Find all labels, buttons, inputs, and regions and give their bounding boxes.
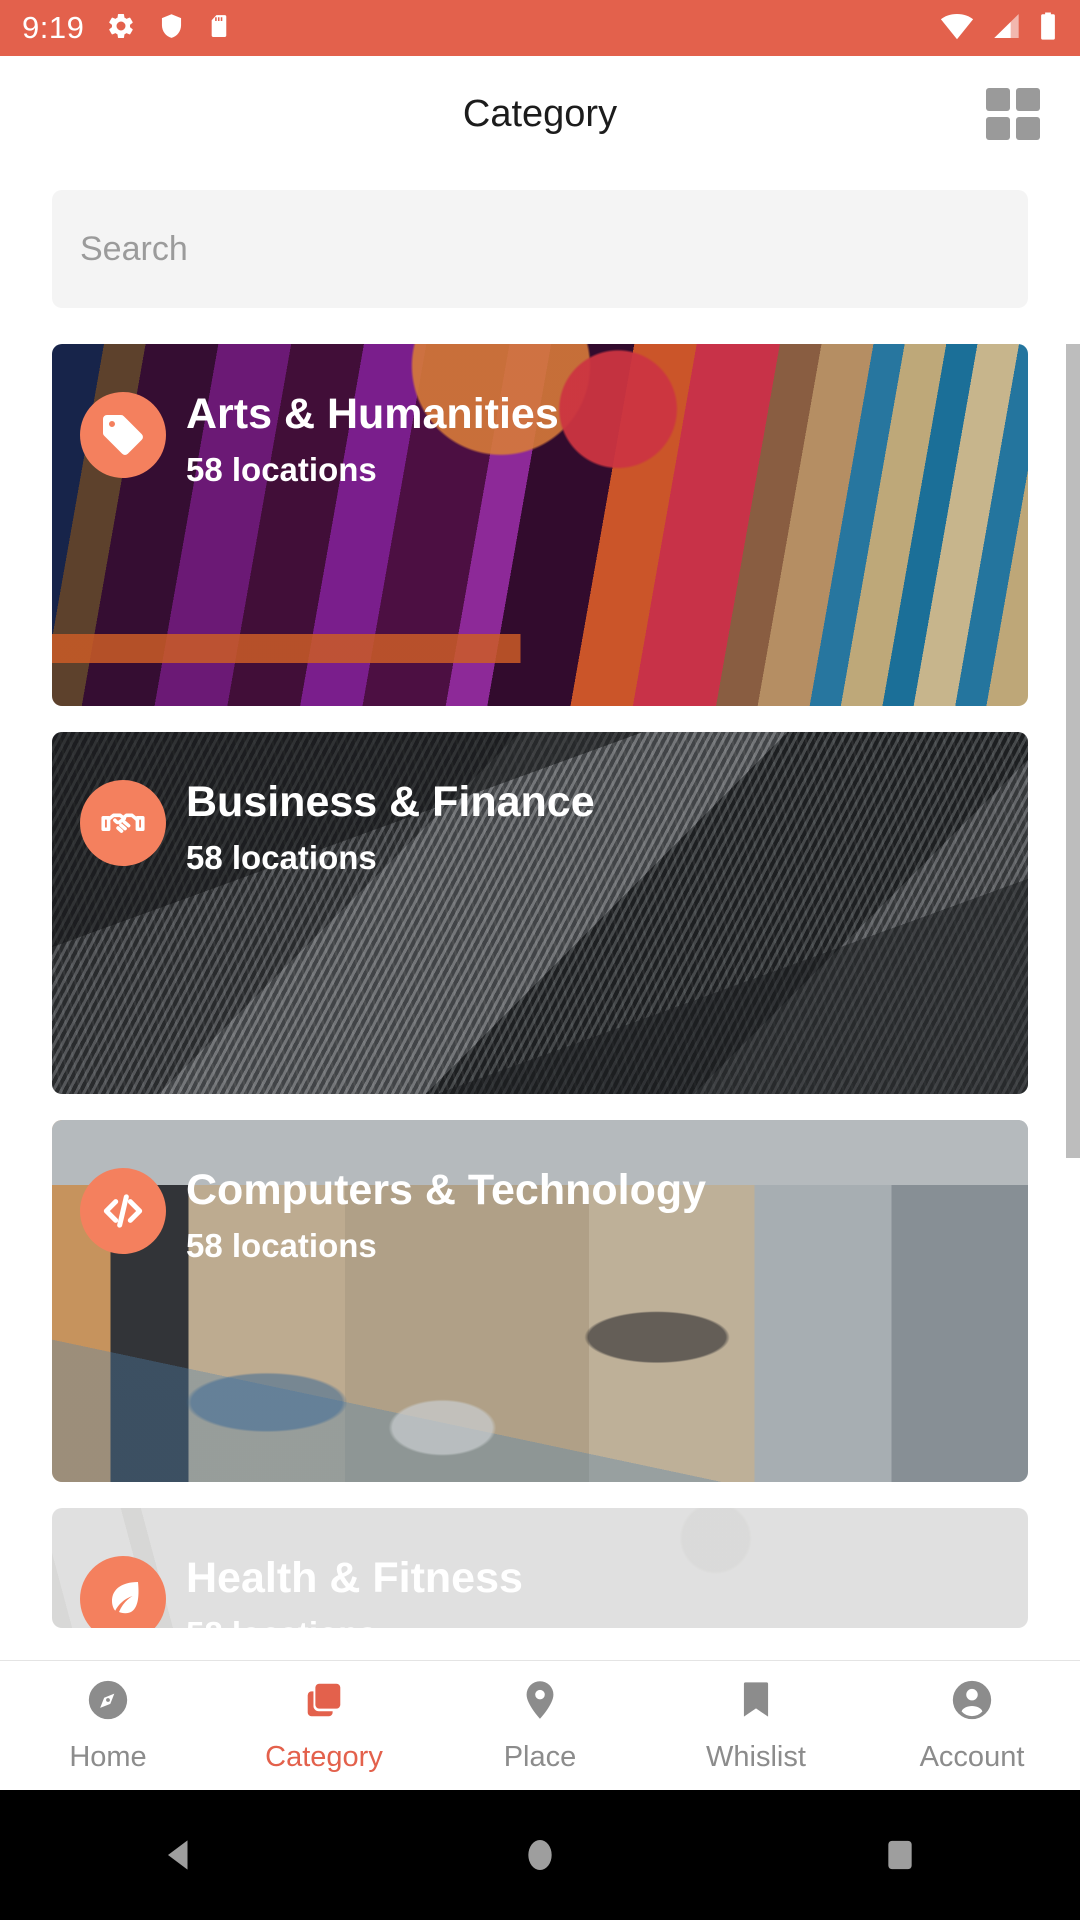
category-title: Arts & Humanities	[186, 390, 559, 438]
android-system-nav	[0, 1790, 1080, 1920]
search-placeholder: Search	[80, 229, 188, 268]
map-pin-icon	[517, 1677, 563, 1728]
sd-card-icon	[207, 11, 232, 46]
back-triangle-icon[interactable]	[120, 1835, 240, 1875]
nav-item-account[interactable]: Account	[864, 1677, 1080, 1774]
status-bar-left: 9:19	[22, 10, 232, 46]
category-card-arts-humanities[interactable]: Arts & Humanities 58 locations	[52, 344, 1028, 706]
vertical-scrollbar[interactable]	[1066, 344, 1080, 1158]
bottom-navigation: Home Category Place Whislist Account	[0, 1660, 1080, 1790]
shield-icon	[158, 11, 185, 46]
status-time: 9:19	[22, 10, 85, 45]
nav-item-category[interactable]: Category	[216, 1677, 432, 1774]
code-icon	[80, 1168, 166, 1254]
cellular-signal-icon	[990, 12, 1022, 45]
gear-icon	[106, 11, 136, 46]
recents-square-icon[interactable]	[840, 1835, 960, 1875]
person-circle-icon	[949, 1677, 995, 1728]
category-list[interactable]: Arts & Humanities 58 locations Business …	[0, 344, 1080, 1628]
category-locations: 58 locations	[186, 1615, 523, 1628]
nav-item-whislist[interactable]: Whislist	[648, 1677, 864, 1774]
tag-icon	[80, 392, 166, 478]
wifi-icon	[940, 12, 974, 45]
category-locations: 58 locations	[186, 1227, 377, 1265]
nav-label: Whislist	[706, 1741, 806, 1773]
nav-label: Home	[69, 1741, 147, 1773]
grid-cell	[986, 117, 1010, 140]
status-bar: 9:19	[0, 0, 1080, 56]
battery-icon	[1038, 11, 1058, 46]
category-card-health-fitness[interactable]: Health & Fitness 58 locations	[52, 1508, 1028, 1628]
leaf-icon	[80, 1556, 166, 1628]
category-locations: 58 locations	[186, 451, 377, 489]
nav-item-home[interactable]: Home	[0, 1677, 216, 1774]
nav-label: Place	[503, 1741, 577, 1773]
home-circle-icon[interactable]	[480, 1835, 600, 1875]
grid-cell	[1016, 88, 1040, 111]
nav-label: Category	[265, 1741, 383, 1773]
category-locations: 58 locations	[186, 839, 377, 877]
search-input[interactable]: Search	[52, 190, 1028, 308]
app-header: Category	[0, 56, 1080, 172]
layers-icon	[301, 1677, 347, 1728]
handshake-icon	[80, 780, 166, 866]
category-title: Health & Fitness	[186, 1554, 523, 1602]
nav-item-place[interactable]: Place	[432, 1677, 648, 1774]
grid-view-icon[interactable]	[986, 88, 1040, 140]
category-card-computers-technology[interactable]: Computers & Technology 58 locations	[52, 1120, 1028, 1482]
page-title: Category	[462, 92, 618, 135]
category-title: Business & Finance	[186, 778, 595, 826]
search-section: Search	[0, 172, 1080, 308]
grid-cell	[986, 88, 1010, 111]
category-card-business-finance[interactable]: Business & Finance 58 locations	[52, 732, 1028, 1094]
nav-label: Account	[919, 1741, 1025, 1773]
compass-icon	[85, 1677, 131, 1728]
category-title: Computers & Technology	[186, 1166, 707, 1214]
grid-cell	[1016, 117, 1040, 140]
bookmark-icon	[733, 1677, 779, 1728]
status-bar-right	[940, 11, 1058, 46]
